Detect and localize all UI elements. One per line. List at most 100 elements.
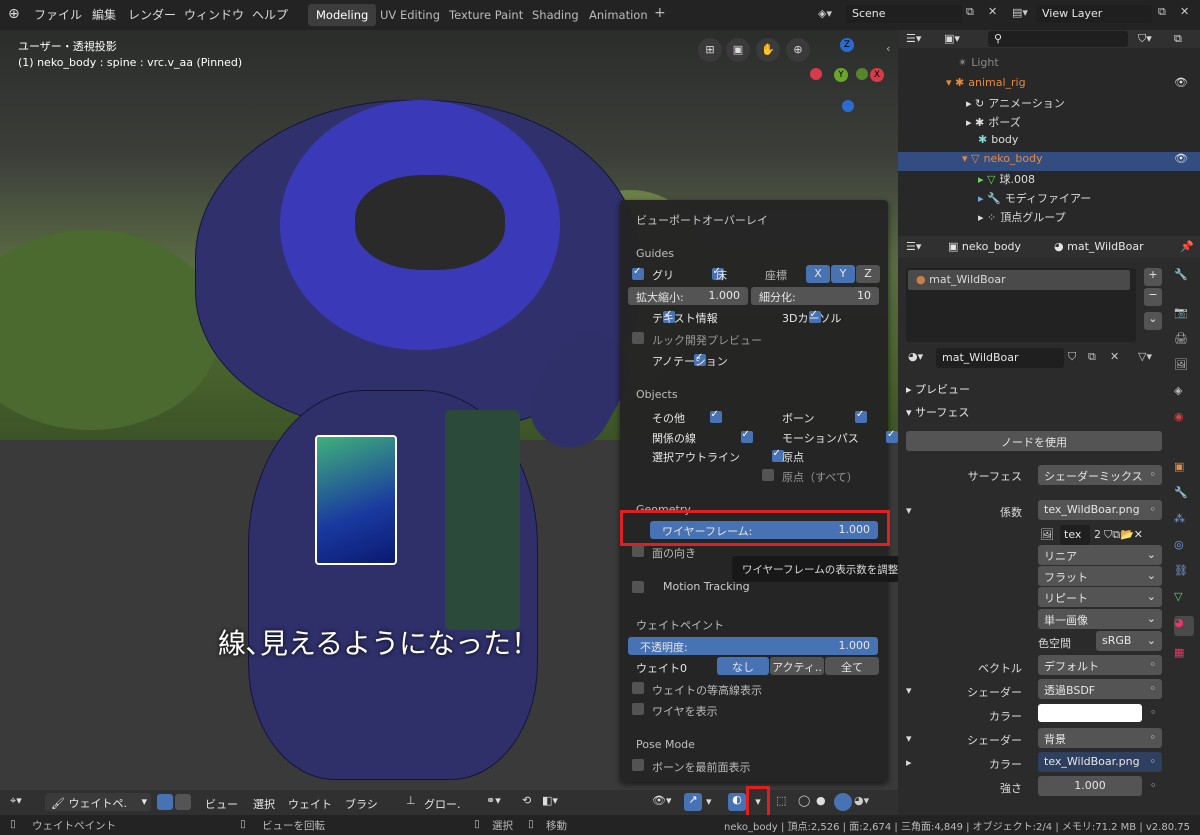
material-browse-icon[interactable]: ◕▾ xyxy=(908,350,923,363)
gizmo-z-axis[interactable]: Z xyxy=(840,38,854,52)
image-name-field[interactable]: tex xyxy=(1060,525,1090,545)
outliner-row-sphere[interactable]: ▸ ▽ 球.008 xyxy=(898,171,1200,190)
extension-dropdown[interactable]: リピート ⌄ xyxy=(1038,587,1162,607)
grid-scale-field[interactable]: 拡大縮小: 1.000 xyxy=(628,287,748,305)
bones-front-checkbox[interactable] xyxy=(632,759,644,771)
interpolation-dropdown[interactable]: リニア ⌄ xyxy=(1038,545,1162,565)
display-mode-icon[interactable]: ▣▾ xyxy=(944,32,960,45)
texture-tab-icon[interactable]: ▦ xyxy=(1174,646,1194,666)
particles-tab-icon[interactable]: ⁂ xyxy=(1174,512,1194,532)
tab-animation[interactable]: Animation xyxy=(581,4,656,26)
new-collection-icon[interactable]: ⧉ xyxy=(1174,32,1182,46)
surface-panel-header[interactable]: ▾ サーフェス xyxy=(906,404,969,420)
outliner-row-pose[interactable]: ▸ ✱ ポーズ xyxy=(898,114,1200,133)
menu-window[interactable]: ウィンドウ xyxy=(184,6,244,23)
grid-view-icon[interactable]: ⊞ xyxy=(698,38,722,62)
shader1-expand-icon[interactable]: ▾ xyxy=(906,684,912,697)
contours-checkbox[interactable] xyxy=(632,682,644,694)
fake-user-icon[interactable]: ⛉ xyxy=(1068,350,1076,364)
view-layer-icon[interactable]: ▤▾ xyxy=(1012,6,1028,19)
color-swatch[interactable] xyxy=(1038,704,1142,722)
outliner-row-vertex-groups[interactable]: ▸ ⁘ 頂点グループ xyxy=(898,209,1200,228)
add-slot-button[interactable]: + xyxy=(1144,268,1162,286)
preview-panel-header[interactable]: ▸ プレビュー xyxy=(906,381,970,397)
material-shading-icon[interactable] xyxy=(834,793,852,811)
shader2-expand-icon[interactable]: ▾ xyxy=(906,732,912,745)
data-tab-icon[interactable]: ▽ xyxy=(1174,590,1194,610)
tab-modeling[interactable]: Modeling xyxy=(308,4,377,26)
tab-uv-editing[interactable]: UV Editing xyxy=(372,4,448,26)
add-workspace-button[interactable]: + xyxy=(646,4,674,26)
visibility-icon[interactable]: 👁▾ xyxy=(652,794,672,807)
colorspace-dropdown[interactable]: sRGB ⌄ xyxy=(1096,631,1162,651)
blender-logo-icon[interactable]: ⊕ xyxy=(8,6,20,22)
axis-z-toggle[interactable]: Z xyxy=(856,265,880,283)
subdivisions-field[interactable]: 細分化: 10 xyxy=(751,287,879,305)
surface-shader-field[interactable]: シェーダーミックス ◦ xyxy=(1038,465,1162,485)
shader2-field[interactable]: 背景 ◦ xyxy=(1038,728,1162,748)
render-tab-icon[interactable]: 📷 xyxy=(1174,306,1194,326)
slot-specials-button[interactable]: ⌄ xyxy=(1144,312,1162,330)
scene-field[interactable]: Scene xyxy=(846,5,962,23)
scene-icon[interactable]: ◈▾ xyxy=(818,7,832,20)
color-socket-icon[interactable]: ◦ xyxy=(1150,706,1157,719)
material-tab-icon[interactable]: ◕ xyxy=(1174,616,1194,636)
gizmo-dropdown-icon[interactable]: ▾ xyxy=(706,795,712,808)
vector-field[interactable]: デフォルト ◦ xyxy=(1038,655,1162,675)
origins-all-checkbox[interactable] xyxy=(762,469,774,481)
outliner-row-body[interactable]: ✱ body xyxy=(898,133,1200,152)
relations-checkbox[interactable] xyxy=(740,429,753,443)
remove-slot-button[interactable]: − xyxy=(1144,288,1162,306)
gizmo-y-axis[interactable]: Y xyxy=(834,68,848,82)
hand-pan-icon[interactable]: ✋ xyxy=(756,38,780,62)
scene-tab-icon[interactable]: ◈ xyxy=(1174,384,1194,404)
eye-icon[interactable]: 👁 xyxy=(1174,76,1188,89)
gizmo-x-axis[interactable]: X xyxy=(870,68,884,82)
axis-y-toggle[interactable]: Y xyxy=(831,265,855,283)
transform-orientation-icon[interactable]: ⊥ xyxy=(406,794,416,807)
outliner-row-light[interactable]: ✴ Light xyxy=(898,56,1200,75)
zero-all-option[interactable]: 全て xyxy=(825,657,879,675)
fac-texture-field[interactable]: tex_WildBoar.png ◦ xyxy=(1038,500,1162,520)
gizmo-toggle-icon[interactable]: ↗ xyxy=(684,793,702,811)
transform-orientation[interactable]: グロー. xyxy=(424,796,461,812)
axis-x-toggle[interactable]: X xyxy=(806,265,830,283)
zero-active-option[interactable]: アクティ.. xyxy=(770,657,824,675)
strength-socket-icon[interactable]: ◦ xyxy=(1150,779,1157,792)
tab-shading[interactable]: Shading xyxy=(524,4,587,26)
menu-help[interactable]: ヘルプ xyxy=(252,6,288,23)
outliner-row-neko-body[interactable]: ▾ ▽ neko_body 👁 xyxy=(898,152,1200,171)
constraints-tab-icon[interactable]: ⛓ xyxy=(1174,564,1194,584)
outliner-editor-icon[interactable]: ☰▾ xyxy=(906,32,921,45)
unlink-material-icon[interactable]: ✕ xyxy=(1110,350,1119,363)
menu-weights[interactable]: ウェイト xyxy=(288,796,332,812)
object-tab-icon[interactable]: ▣ xyxy=(1174,460,1194,480)
grid-checkbox[interactable] xyxy=(632,266,644,280)
physics-tab-icon[interactable]: ◎ xyxy=(1174,538,1194,558)
view-layer-field[interactable]: View Layer xyxy=(1036,5,1152,23)
menu-brush[interactable]: ブラシ xyxy=(345,796,378,812)
outliner-search-input[interactable]: ⚲ xyxy=(988,31,1128,47)
solid-shading-icon[interactable]: ● xyxy=(816,794,826,807)
use-nodes-button[interactable]: ノードを使用 xyxy=(906,431,1162,451)
motion-tracking-checkbox[interactable] xyxy=(632,581,644,593)
fac-expand-icon[interactable]: ▾ xyxy=(906,504,912,517)
gizmo-neg-z-dot[interactable] xyxy=(842,100,854,112)
gizmo-neg-x-dot[interactable] xyxy=(810,68,822,80)
mask-vertex-toggle[interactable] xyxy=(175,794,191,810)
zoom-icon[interactable]: ⊕ xyxy=(786,38,810,62)
modifier-tab-icon[interactable]: 🔧 xyxy=(1174,486,1194,506)
wireframe-shading-icon[interactable]: ◯ xyxy=(798,794,810,807)
source-dropdown[interactable]: 単一画像 ⌄ xyxy=(1038,609,1162,629)
properties-editor-icon[interactable]: ☰▾ xyxy=(906,240,921,253)
outliner-row-rig[interactable]: ▾ ✱ animal_rig 👁 xyxy=(898,76,1200,95)
pivot-icon[interactable]: ⚭▾ xyxy=(486,794,501,807)
duplicate-material-icon[interactable]: ⧉ xyxy=(1088,350,1096,364)
outliner-row-modifiers[interactable]: ▸ 🔧 モディファイアー xyxy=(898,190,1200,209)
projection-dropdown[interactable]: フラット ⌄ xyxy=(1038,566,1162,586)
shader1-field[interactable]: 透過BSDF ◦ xyxy=(1038,679,1162,699)
xray-icon[interactable]: ⬚ xyxy=(776,794,786,807)
link-type-icon[interactable]: ▽▾ xyxy=(1138,350,1152,363)
menu-render[interactable]: レンダー xyxy=(128,6,176,23)
color2-field[interactable]: tex_WildBoar.png ◦ xyxy=(1038,752,1162,772)
